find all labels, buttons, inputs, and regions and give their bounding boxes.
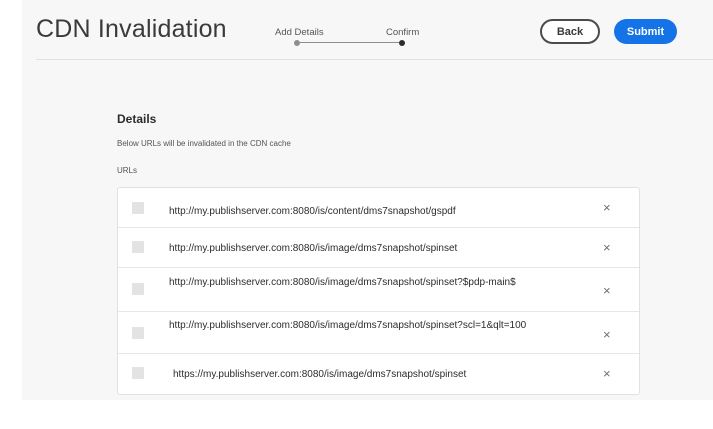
close-icon[interactable]: × bbox=[603, 367, 611, 380]
url-row: http://my.publishserver.com:8080/is/imag… bbox=[118, 312, 639, 354]
url-text: http://my.publishserver.com:8080/is/imag… bbox=[169, 243, 458, 254]
url-row: http://my.publishserver.com:8080/is/imag… bbox=[118, 268, 639, 312]
url-text: http://my.publishserver.com:8080/is/cont… bbox=[169, 206, 456, 217]
step-confirm-label: Confirm bbox=[386, 27, 420, 38]
url-checkbox[interactable] bbox=[132, 327, 144, 339]
step-add-details-label: Add Details bbox=[275, 27, 324, 38]
url-checkbox[interactable] bbox=[132, 283, 144, 295]
close-icon[interactable]: × bbox=[603, 284, 611, 297]
page-title: CDN Invalidation bbox=[36, 15, 227, 43]
urls-label: URLs bbox=[117, 166, 138, 175]
close-icon[interactable]: × bbox=[603, 328, 611, 341]
submit-button[interactable]: Submit bbox=[614, 19, 677, 44]
url-checkbox[interactable] bbox=[132, 367, 144, 379]
url-checkbox[interactable] bbox=[132, 241, 144, 253]
step-add-details-dot bbox=[294, 40, 300, 46]
step-confirm-dot bbox=[399, 40, 405, 46]
url-checkbox[interactable] bbox=[132, 202, 144, 214]
url-list: http://my.publishserver.com:8080/is/cont… bbox=[117, 187, 640, 395]
header-divider bbox=[36, 59, 713, 60]
close-icon[interactable]: × bbox=[603, 201, 611, 214]
details-heading: Details bbox=[117, 112, 157, 126]
details-description: Below URLs will be invalidated in the CD… bbox=[117, 139, 291, 148]
url-text: http://my.publishserver.com:8080/is/imag… bbox=[169, 320, 527, 331]
close-icon[interactable]: × bbox=[603, 241, 611, 254]
url-row: http://my.publishserver.com:8080/is/imag… bbox=[118, 228, 639, 268]
url-row: http://my.publishserver.com:8080/is/cont… bbox=[118, 188, 639, 228]
url-text: http://my.publishserver.com:8080/is/imag… bbox=[169, 277, 516, 288]
back-button[interactable]: Back bbox=[540, 19, 600, 44]
stepper-connector bbox=[300, 42, 399, 43]
url-row: https://my.publishserver.com:8080/is/ima… bbox=[118, 354, 639, 394]
url-text: https://my.publishserver.com:8080/is/ima… bbox=[173, 369, 467, 380]
